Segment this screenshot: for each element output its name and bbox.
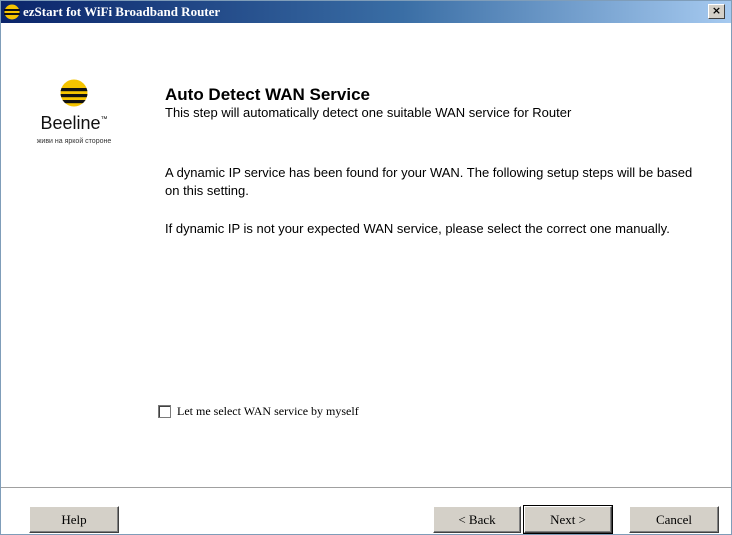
beeline-logo-icon [60,79,88,107]
window-title: ezStart fot WiFi Broadband Router [23,4,221,19]
wizard-window: ezStart fot WiFi Broadband Router × Beel… [0,0,732,535]
manual-wan-select-option[interactable]: Let me select WAN service by myself [158,404,359,419]
logo-slogan: живи на яркой стороне [36,138,112,145]
manual-selection-hint: If dynamic IP is not your expected WAN s… [165,221,670,236]
manual-wan-checkbox[interactable] [158,405,171,418]
beeline-logo: Beeline™ живи на яркой стороне [5,79,143,159]
page-title: Auto Detect WAN Service [165,85,370,104]
detection-result-text: A dynamic IP service has been found for … [165,165,693,198]
title-bar: ezStart fot WiFi Broadband Router × [1,1,731,23]
page-subtitle: This step will automatically detect one … [165,105,572,120]
logo-brand-name: Beeline™ [40,113,108,133]
help-button[interactable]: Help [29,506,119,533]
manual-wan-checkbox-label[interactable]: Let me select WAN service by myself [177,404,359,419]
beeline-app-icon [4,4,20,20]
back-button[interactable]: < Back [433,506,521,533]
cancel-button[interactable]: Cancel [629,506,719,533]
next-button[interactable]: Next > [523,505,613,534]
close-button[interactable]: × [708,4,725,19]
footer-divider [1,487,731,489]
